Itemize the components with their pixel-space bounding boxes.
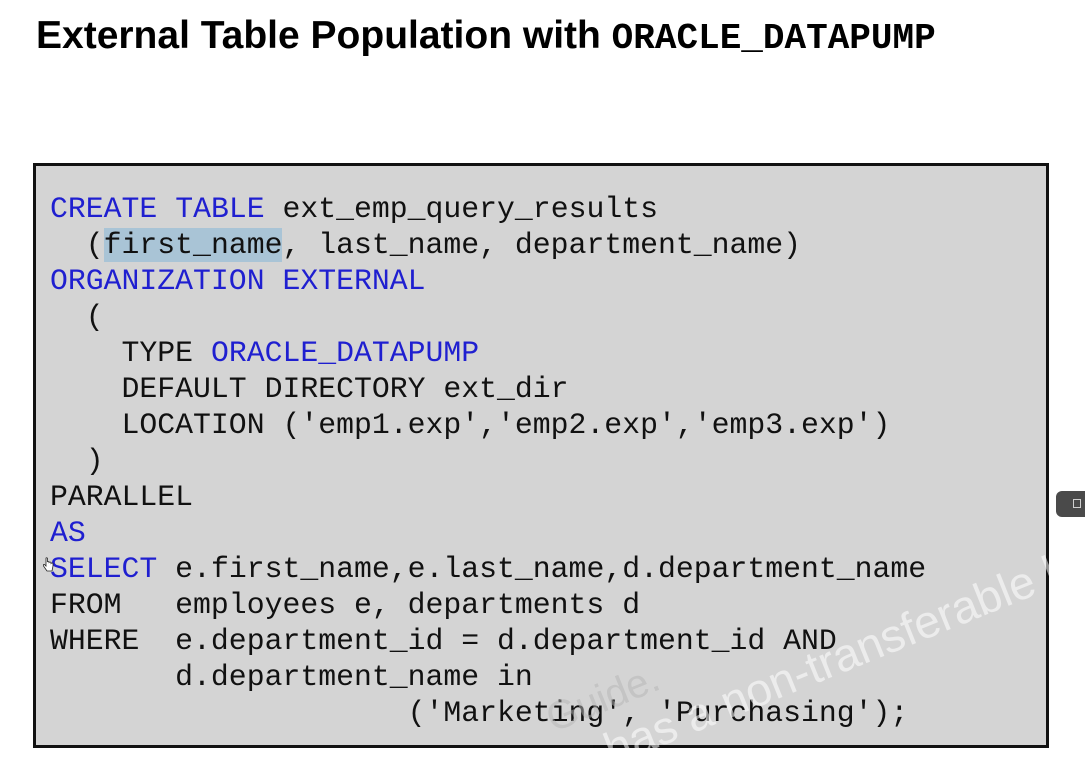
code-text: LOCATION ('emp1.exp','emp2.exp','emp3.ex… xyxy=(50,408,891,442)
sql-keyword: SELECT xyxy=(50,552,158,586)
code-line: WHERE e.department_id = d.department_id … xyxy=(50,623,926,659)
code-text: ('Marketing', 'Purchasing'); xyxy=(50,696,909,730)
code-line: SELECT e.first_name,e.last_name,d.depart… xyxy=(50,551,926,587)
code-text: WHERE e.department_id = d.department_id … xyxy=(50,624,837,658)
code-text: TYPE xyxy=(50,336,211,370)
code-text: e.first_name,e.last_name,d.department_na… xyxy=(157,552,927,586)
sql-keyword: EXTERNAL xyxy=(282,264,426,298)
panel-toggle-icon xyxy=(1073,499,1081,508)
code-line: ) xyxy=(50,443,926,479)
code-line: LOCATION ('emp1.exp','emp2.exp','emp3.ex… xyxy=(50,407,926,443)
code-line: CREATE TABLE ext_emp_query_results xyxy=(50,191,926,227)
slide-title-text: External Table Population with xyxy=(36,14,612,57)
code-text: ) xyxy=(50,444,104,478)
side-panel-tab[interactable] xyxy=(1056,491,1085,517)
sql-keyword: ORACLE_DATAPUMP xyxy=(210,336,480,370)
code-line: TYPE ORACLE_DATAPUMP xyxy=(50,335,926,371)
sql-keyword: ORGANIZATION xyxy=(50,264,265,298)
code-line: DEFAULT DIRECTORY ext_dir xyxy=(50,371,926,407)
code-line: (first_name, last_name, department_name) xyxy=(50,227,926,263)
code-text: ( xyxy=(50,228,104,262)
sql-keyword: AS xyxy=(50,516,86,550)
code-line: PARALLEL xyxy=(50,479,926,515)
code-text: ( xyxy=(50,300,104,334)
code-text: DEFAULT DIRECTORY ext_dir xyxy=(50,372,569,406)
sql-keyword: TABLE xyxy=(175,192,265,226)
code-block: CREATE TABLE ext_emp_query_results (firs… xyxy=(33,163,1085,764)
slide-page: External Table Population with ORACLE_DA… xyxy=(0,0,1085,764)
code-text: PARALLEL xyxy=(50,480,194,514)
sql-keyword: CREATE xyxy=(50,192,158,226)
slide-title-code: ORACLE_DATAPUMP xyxy=(611,18,936,59)
code-line: AS xyxy=(50,515,926,551)
code-text: ext_emp_query_results xyxy=(264,192,658,226)
code-line: ( xyxy=(50,299,926,335)
sql-code: CREATE TABLE ext_emp_query_results (firs… xyxy=(50,191,926,731)
selected-text: first_name xyxy=(103,228,283,262)
code-line: ('Marketing', 'Purchasing'); xyxy=(50,695,926,731)
code-line: d.department_name in xyxy=(50,659,926,695)
code-line: ORGANIZATION EXTERNAL xyxy=(50,263,926,299)
slide-title: External Table Population with ORACLE_DA… xyxy=(36,14,936,59)
code-text: d.department_name in xyxy=(50,660,533,694)
code-line: FROM employees e, departments d xyxy=(50,587,926,623)
hand-cursor-icon xyxy=(42,557,54,572)
code-text: FROM employees e, departments d xyxy=(50,588,641,622)
code-text: , last_name, department_name) xyxy=(282,228,802,262)
